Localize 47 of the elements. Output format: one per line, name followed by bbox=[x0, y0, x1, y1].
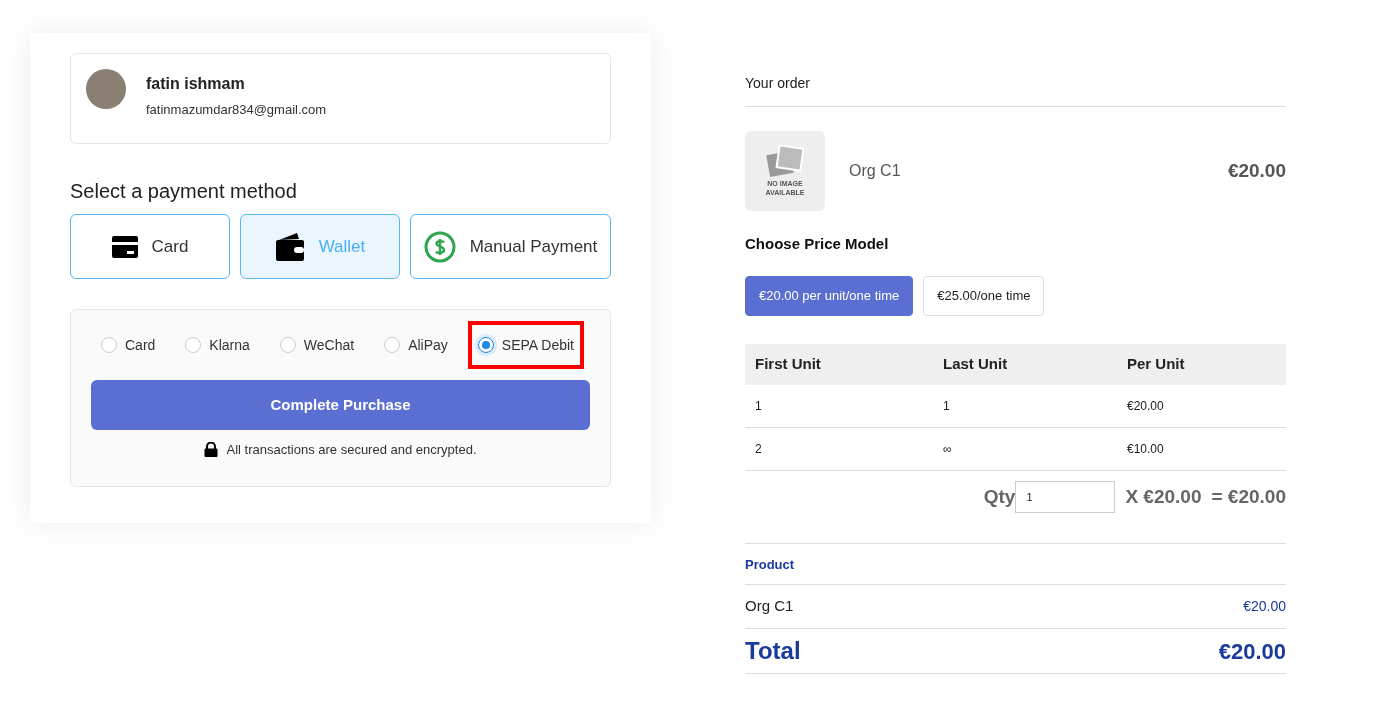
payment-method-tab[interactable]: Manual Payment bbox=[410, 214, 611, 279]
column-header: Per Unit bbox=[1117, 343, 1286, 385]
lock-icon bbox=[204, 442, 219, 458]
price-model-heading: Choose Price Model bbox=[745, 234, 890, 254]
table-cell: ∞ bbox=[933, 427, 1117, 471]
dollar-circle-icon bbox=[423, 230, 456, 263]
radio-button[interactable] bbox=[279, 337, 296, 353]
payment-option[interactable]: Klarna bbox=[175, 321, 260, 369]
product-price: €20.00 bbox=[1227, 158, 1286, 183]
payment-option[interactable]: AliPay bbox=[374, 321, 458, 369]
price-model-option[interactable]: €20.00 per unit/one time bbox=[745, 275, 914, 316]
wallet-icon bbox=[274, 231, 305, 262]
price-model-option[interactable]: €25.00/one time bbox=[923, 275, 1045, 316]
table-cell: €20.00 bbox=[1117, 384, 1286, 428]
card-icon bbox=[111, 235, 138, 258]
payment-option[interactable]: WeChat bbox=[269, 321, 365, 369]
table-cell: €10.00 bbox=[1117, 427, 1286, 471]
unit-price: X €20.00 bbox=[1125, 484, 1202, 509]
user-email: fatinmazumdar834@gmail.com bbox=[146, 101, 327, 119]
table-cell: 1 bbox=[745, 384, 933, 428]
security-note: All transactions are secured and encrypted. bbox=[226, 441, 477, 459]
avatar bbox=[86, 69, 126, 109]
radio-button[interactable] bbox=[185, 337, 202, 353]
radio-button[interactable] bbox=[477, 337, 494, 353]
product-name: Org C1 bbox=[849, 161, 902, 181]
payment-option[interactable]: SEPA Debit bbox=[467, 321, 584, 369]
summary-item-name: Org C1 bbox=[745, 596, 794, 617]
payment-method-tab[interactable]: Card bbox=[70, 214, 230, 279]
table-cell: 1 bbox=[933, 384, 1117, 428]
quantity-field[interactable]: 1 bbox=[1015, 481, 1116, 513]
total-amount: €20.00 bbox=[1218, 637, 1286, 666]
radio-button[interactable] bbox=[384, 337, 401, 353]
column-header: First Unit bbox=[745, 343, 933, 385]
total-label: Total bbox=[745, 636, 801, 666]
complete-purchase-button[interactable]: Complete Purchase bbox=[91, 380, 590, 430]
radio-button[interactable] bbox=[101, 337, 117, 353]
line-result: = €20.00 bbox=[1211, 484, 1286, 509]
summary-header: Product bbox=[745, 557, 795, 572]
section-heading: Select a payment method bbox=[70, 179, 298, 204]
payment-option[interactable]: Card bbox=[91, 321, 166, 369]
summary-item-price: €20.00 bbox=[1243, 597, 1286, 616]
photo-icon bbox=[766, 145, 804, 179]
qty-label: Qty bbox=[983, 484, 1016, 509]
column-header: Last Unit bbox=[933, 343, 1117, 385]
table-cell: 2 bbox=[745, 427, 933, 471]
user-name: fatin ishmam bbox=[146, 74, 246, 94]
order-title: Your order bbox=[745, 73, 1286, 107]
